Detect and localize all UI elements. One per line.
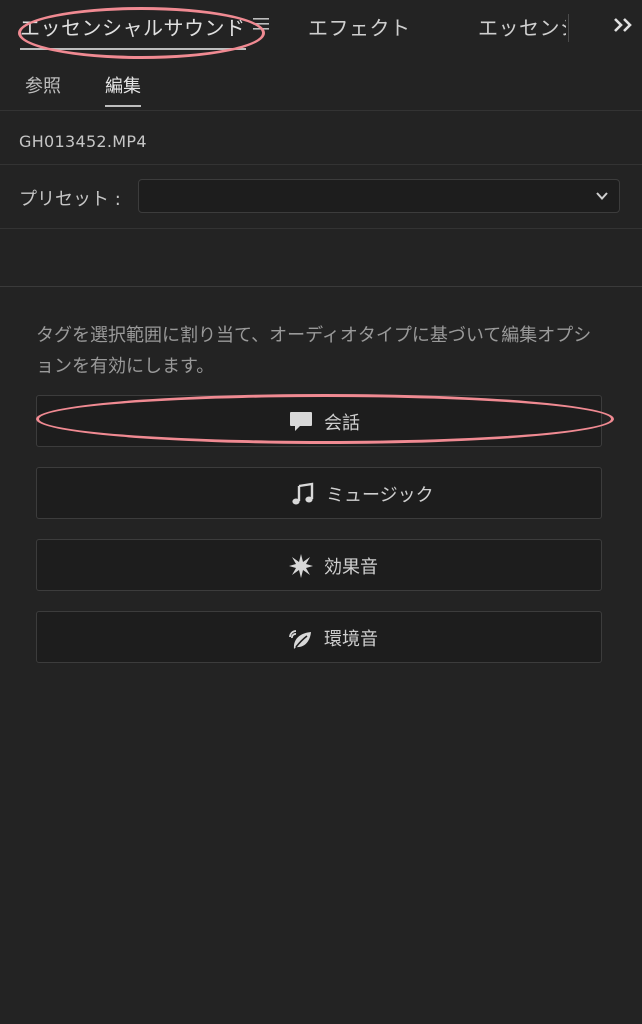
preset-dropdown[interactable] <box>138 179 620 213</box>
preset-row: プリセット : <box>0 166 642 229</box>
tab-divider <box>568 14 569 42</box>
tab-edit[interactable]: 編集 <box>105 72 141 107</box>
chevron-down-icon <box>596 192 608 200</box>
sfx-button[interactable]: 効果音 <box>36 539 602 591</box>
tab-essential-graphics[interactable]: エッセンシ <box>478 12 566 41</box>
sfx-label: 効果音 <box>324 557 378 578</box>
music-note-icon <box>292 482 314 505</box>
clip-name: GH013452.MP4 <box>19 132 147 151</box>
music-label: ミュージック <box>326 485 434 506</box>
empty-section <box>0 230 642 287</box>
highlight-ellipse-dialogue <box>36 394 614 444</box>
highlight-ellipse-essential-sound <box>18 7 265 59</box>
preset-label: プリセット : <box>19 189 121 210</box>
ambience-button[interactable]: 環境音 <box>36 611 602 663</box>
tag-description: タグを選択範囲に割り当て、オーディオタイプに基づいて編集オプションを有効にします… <box>36 325 592 377</box>
clip-row: GH013452.MP4 <box>0 112 642 165</box>
burst-icon <box>289 554 313 578</box>
tab-browse[interactable]: 参照 <box>25 72 61 98</box>
overflow-chevrons-icon[interactable] <box>612 16 634 34</box>
music-button[interactable]: ミュージック <box>36 467 602 519</box>
sub-tab-bar: 参照 編集 <box>0 60 642 111</box>
ambience-leaf-icon <box>289 630 311 649</box>
tab-effects[interactable]: エフェクト <box>308 12 411 41</box>
ambience-label: 環境音 <box>324 629 378 650</box>
